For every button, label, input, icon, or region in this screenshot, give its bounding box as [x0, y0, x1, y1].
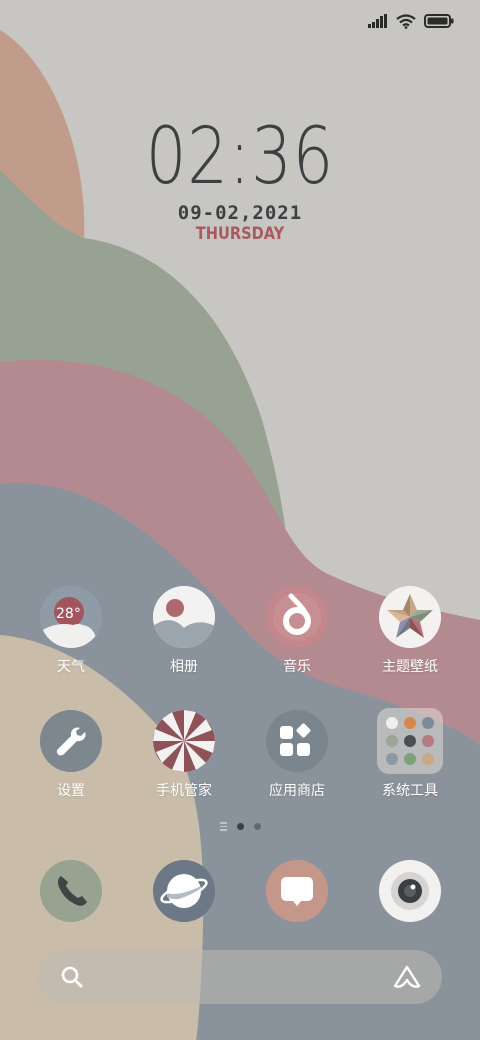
weather-temp: 28°: [56, 606, 81, 622]
gallery-icon: [153, 586, 215, 648]
app-label: 天气: [57, 659, 85, 675]
signal-icon: [368, 14, 387, 28]
page-indicator[interactable]: [0, 822, 480, 831]
themes-icon: [379, 586, 441, 648]
clock-date: 09-02,2021: [177, 202, 303, 224]
dock-phone[interactable]: [11, 860, 131, 922]
app-label: 手机管家: [156, 783, 212, 799]
app-store-icon: [266, 710, 328, 772]
page-dot: [253, 822, 261, 830]
clock-time: 02:36: [145, 112, 335, 202]
app-gallery[interactable]: 相册: [124, 586, 244, 676]
folder-system-tools[interactable]: 系统工具: [350, 708, 470, 800]
camera-icon: [379, 860, 441, 922]
weather-icon: 28°: [40, 586, 102, 648]
app-settings[interactable]: 设置: [11, 710, 131, 800]
phone-icon: [40, 860, 102, 922]
music-icon: [266, 586, 328, 648]
app-store[interactable]: 应用商店: [237, 710, 357, 800]
battery-icon: [424, 14, 454, 28]
wifi-icon: [396, 13, 416, 29]
search-icon[interactable]: [60, 965, 84, 989]
app-label: 应用商店: [269, 783, 325, 799]
settings-icon: [40, 710, 102, 772]
page-dot-active: [236, 822, 244, 830]
app-label: 设置: [57, 783, 85, 799]
app-label: 系统工具: [382, 783, 438, 799]
app-themes[interactable]: 主题壁纸: [350, 586, 470, 676]
assistant-icon[interactable]: [392, 964, 422, 990]
app-label: 音乐: [283, 659, 311, 675]
dock-camera[interactable]: [350, 860, 470, 922]
app-music[interactable]: 音乐: [237, 586, 357, 676]
dock-browser[interactable]: [124, 860, 244, 922]
system-tools-folder-icon: [377, 708, 443, 774]
browser-icon: [153, 860, 215, 922]
app-label: 相册: [170, 659, 198, 675]
search-bar[interactable]: [38, 950, 442, 1004]
status-bar: [368, 10, 454, 32]
clock-day: THURSDAY: [195, 224, 285, 244]
clock-widget[interactable]: 02:36 09-02,2021 THURSDAY: [0, 112, 480, 244]
app-weather[interactable]: 28° 天气: [11, 586, 131, 676]
home-list-icon: [219, 822, 227, 831]
app-label: 主题壁纸: [382, 659, 438, 675]
app-security[interactable]: 手机管家: [124, 710, 244, 800]
dock-messages[interactable]: [237, 860, 357, 922]
messages-icon: [266, 860, 328, 922]
security-icon: [153, 710, 215, 772]
